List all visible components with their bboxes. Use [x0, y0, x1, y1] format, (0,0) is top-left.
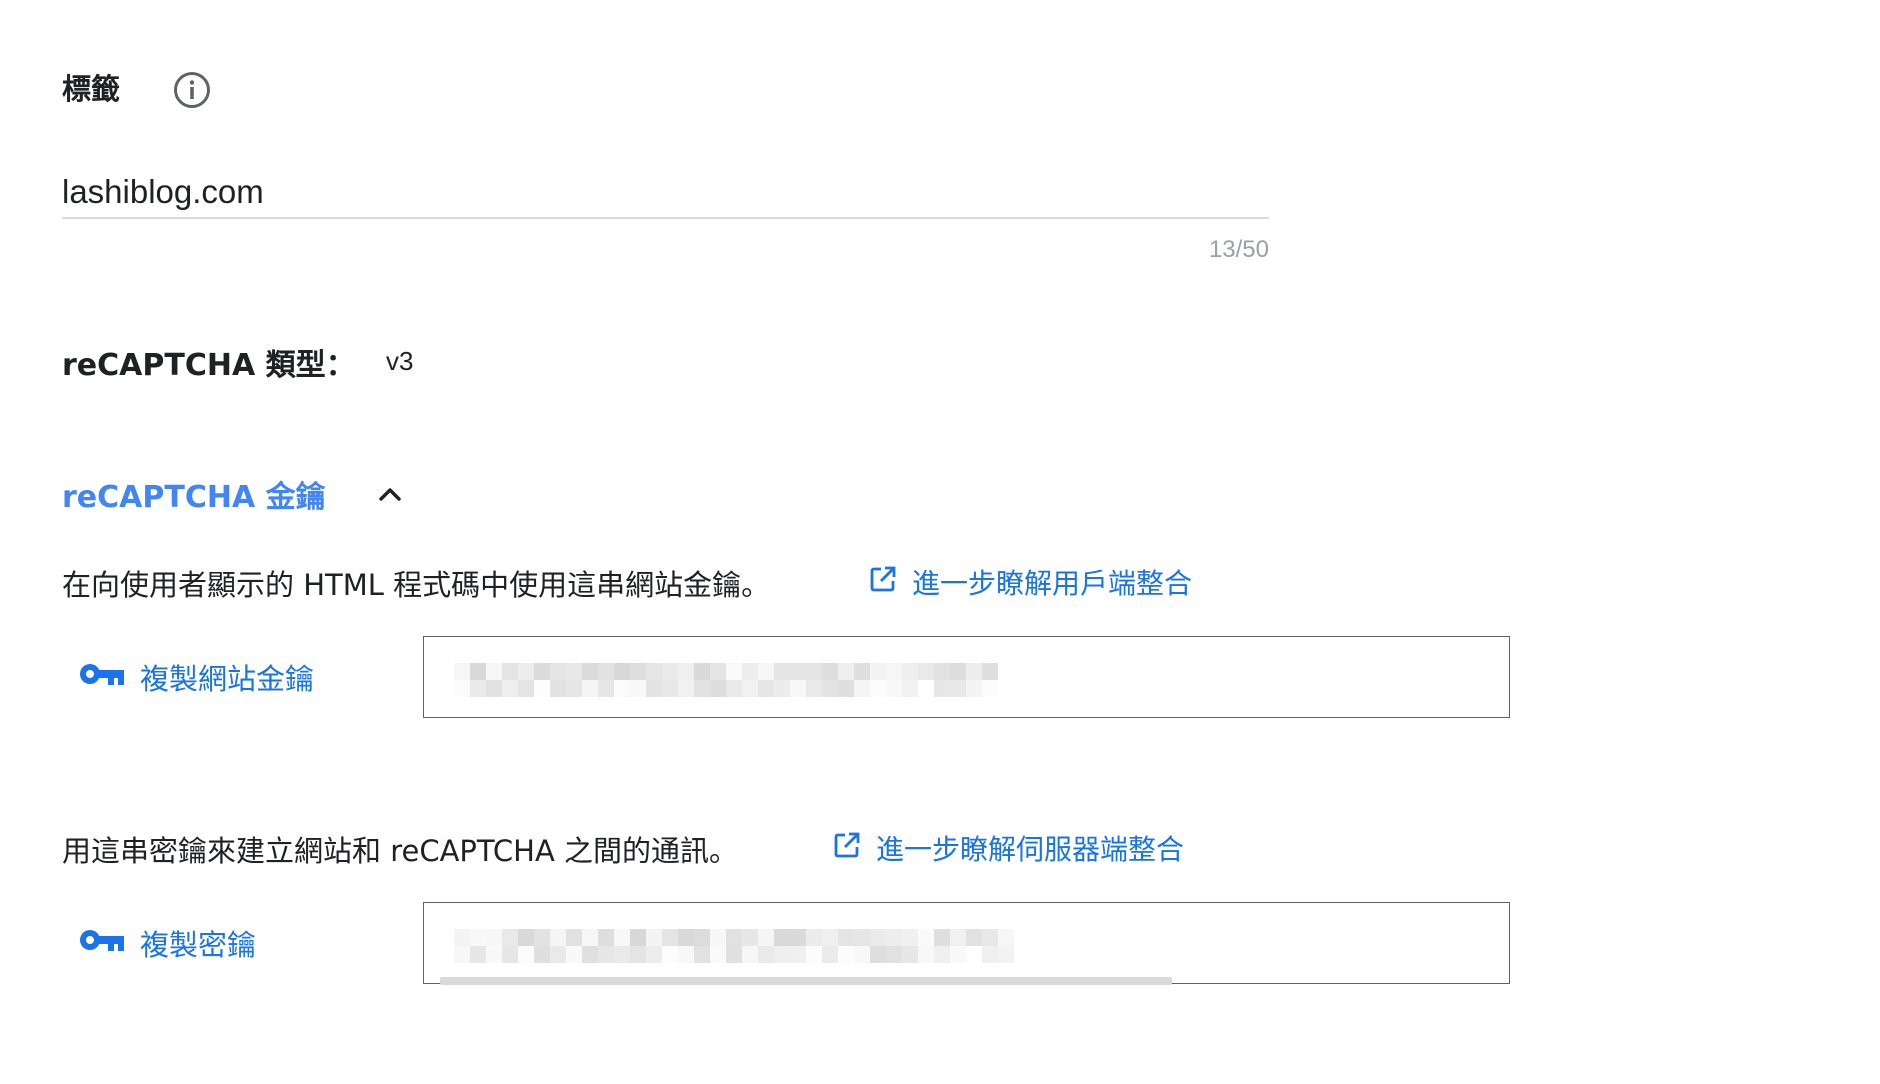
- recaptcha-type-value: v3: [386, 346, 414, 376]
- redaction-pixel: [774, 929, 790, 963]
- redaction-pixel: [838, 663, 854, 697]
- redaction-pixel: [774, 663, 790, 697]
- redaction-pixel: [710, 663, 726, 697]
- redaction-pixel: [710, 929, 726, 963]
- redaction-pixel: [982, 929, 998, 963]
- learn-server-integration-label: 進一步瞭解伺服器端整合: [876, 833, 1185, 866]
- info-icon[interactable]: [172, 70, 212, 110]
- learn-client-integration-link[interactable]: 進一步瞭解用戶端整合: [868, 562, 1192, 602]
- secret-key-scrollbar[interactable]: [440, 977, 1172, 985]
- redaction-pixel: [822, 663, 838, 697]
- redaction-pixel: [454, 663, 470, 697]
- redaction-pixel: [806, 929, 822, 963]
- redaction-pixel: [550, 663, 566, 697]
- key-icon: [78, 925, 126, 962]
- redaction-pixel: [678, 663, 694, 697]
- learn-server-integration-link[interactable]: 進一步瞭解伺服器端整合: [832, 828, 1184, 868]
- redaction-pixel: [742, 929, 758, 963]
- redaction-pixel: [486, 929, 502, 963]
- redaction-pixel: [854, 929, 870, 963]
- redaction-pixel: [534, 929, 550, 963]
- redaction-pixel: [566, 929, 582, 963]
- redaction-pixel: [582, 929, 598, 963]
- redaction-pixel: [470, 929, 486, 963]
- redaction-pixel: [758, 929, 774, 963]
- redaction-pixel: [694, 663, 710, 697]
- site-key-redacted-value: [454, 663, 998, 697]
- redaction-pixel: [502, 929, 518, 963]
- redaction-pixel: [726, 929, 742, 963]
- redaction-pixel: [726, 663, 742, 697]
- key-icon: [78, 659, 126, 696]
- redaction-pixel: [790, 929, 806, 963]
- open-in-new-icon: [832, 830, 862, 867]
- redaction-pixel: [934, 929, 950, 963]
- char-counter: 13/50: [1208, 236, 1269, 263]
- redaction-pixel: [886, 663, 902, 697]
- redaction-pixel: [870, 929, 886, 963]
- secret-key-description: 用這串密鑰來建立網站和 reCAPTCHA 之間的通訊。: [62, 834, 739, 868]
- redaction-pixel: [630, 663, 646, 697]
- redaction-pixel: [742, 663, 758, 697]
- open-in-new-icon: [868, 564, 898, 601]
- redaction-pixel: [678, 929, 694, 963]
- redaction-pixel: [790, 663, 806, 697]
- redaction-pixel: [902, 663, 918, 697]
- redaction-pixel: [934, 663, 950, 697]
- redaction-pixel: [950, 929, 966, 963]
- redaction-pixel: [470, 663, 486, 697]
- redaction-pixel: [918, 663, 934, 697]
- redaction-pixel: [918, 929, 934, 963]
- redaction-pixel: [518, 663, 534, 697]
- secret-key-field[interactable]: [423, 902, 1510, 984]
- redaction-pixel: [966, 663, 982, 697]
- redaction-pixel: [870, 663, 886, 697]
- redaction-pixel: [838, 929, 854, 963]
- redaction-pixel: [518, 929, 534, 963]
- redaction-pixel: [694, 929, 710, 963]
- redaction-pixel: [598, 929, 614, 963]
- site-key-description: 在向使用者顯示的 HTML 程式碼中使用這串網站金鑰。: [62, 568, 771, 602]
- redaction-pixel: [646, 929, 662, 963]
- redaction-pixel: [662, 929, 678, 963]
- label-input[interactable]: [62, 168, 1268, 216]
- redaction-pixel: [886, 929, 902, 963]
- redaction-pixel: [806, 663, 822, 697]
- copy-site-key-button[interactable]: 複製網站金鑰: [78, 656, 314, 698]
- redaction-pixel: [662, 663, 678, 697]
- redaction-pixel: [966, 929, 982, 963]
- secret-key-redacted-value: [454, 929, 1014, 963]
- redaction-pixel: [902, 929, 918, 963]
- redaction-pixel: [950, 663, 966, 697]
- label-input-underline: [62, 217, 1269, 219]
- redaction-pixel: [854, 663, 870, 697]
- redaction-pixel: [454, 929, 470, 963]
- learn-client-integration-label: 進一步瞭解用戶端整合: [912, 567, 1193, 600]
- recaptcha-keys-header[interactable]: reCAPTCHA 金鑰: [62, 472, 326, 516]
- recaptcha-type-label: reCAPTCHA 類型：: [62, 348, 356, 383]
- redaction-pixel: [822, 929, 838, 963]
- redaction-pixel: [646, 663, 662, 697]
- label-title: 標籤: [62, 72, 121, 106]
- redaction-pixel: [486, 663, 502, 697]
- redaction-pixel: [998, 929, 1014, 963]
- redaction-pixel: [550, 929, 566, 963]
- redaction-pixel: [614, 929, 630, 963]
- redaction-pixel: [582, 663, 598, 697]
- redaction-pixel: [566, 663, 582, 697]
- copy-secret-key-button[interactable]: 複製密鑰: [78, 922, 256, 964]
- site-key-field[interactable]: [423, 636, 1510, 718]
- redaction-pixel: [630, 929, 646, 963]
- redaction-pixel: [982, 663, 998, 697]
- redaction-pixel: [534, 663, 550, 697]
- copy-site-key-label: 複製網站金鑰: [140, 662, 315, 696]
- redaction-pixel: [614, 663, 630, 697]
- redaction-pixel: [758, 663, 774, 697]
- chevron-up-icon[interactable]: [372, 476, 408, 512]
- copy-secret-key-label: 複製密鑰: [140, 928, 257, 962]
- redaction-pixel: [598, 663, 614, 697]
- redaction-pixel: [502, 663, 518, 697]
